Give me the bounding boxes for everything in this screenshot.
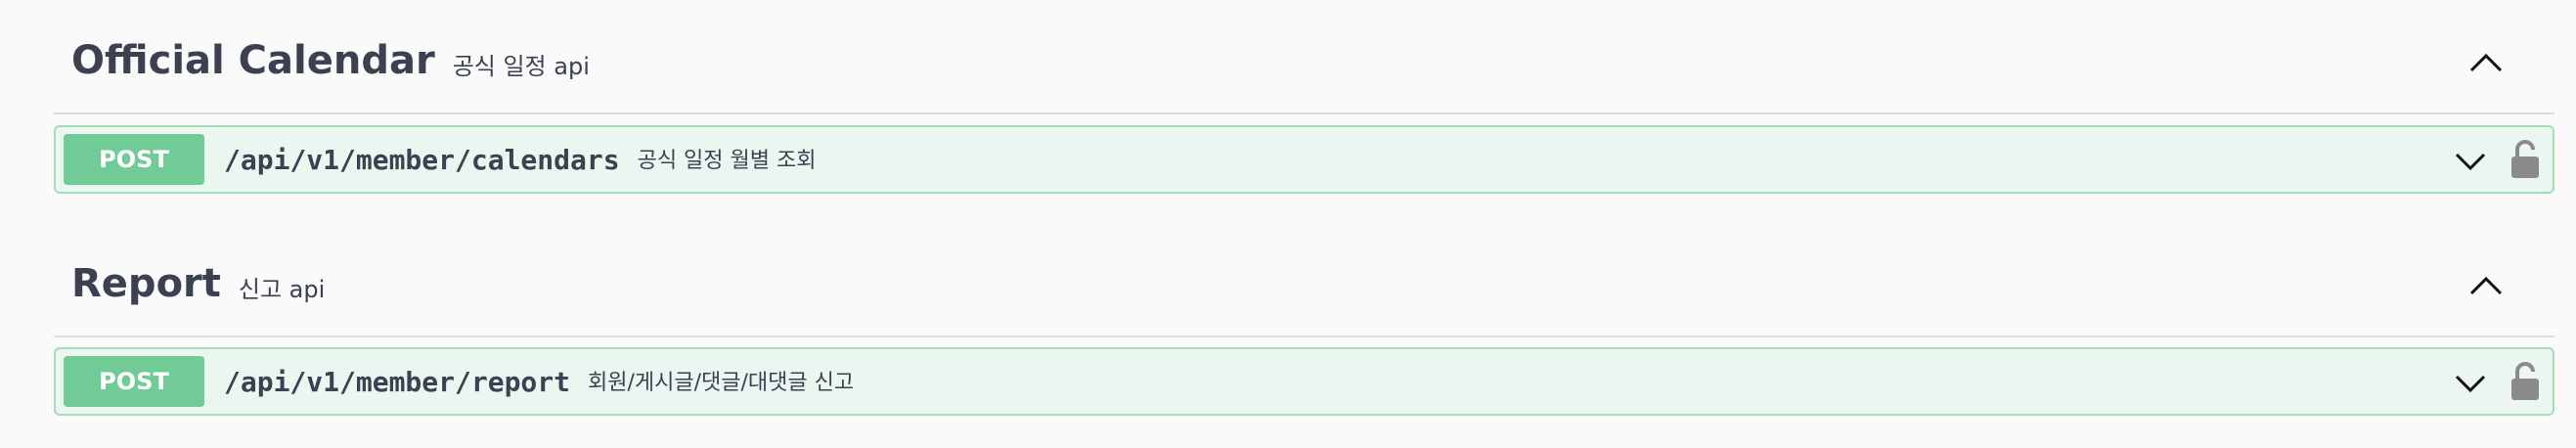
chevron-up-icon[interactable] xyxy=(2466,44,2506,79)
operation-path: /api/v1/member/report xyxy=(224,365,571,398)
lock-icon[interactable] xyxy=(2509,139,2541,180)
chevron-down-icon[interactable] xyxy=(2453,145,2488,176)
operation-summary: 공식 일정 월별 조회 xyxy=(637,149,817,173)
tag-name: Report xyxy=(71,261,221,306)
tag-header[interactable]: Report 신고 api xyxy=(54,232,2554,337)
chevron-down-icon[interactable] xyxy=(2453,367,2488,398)
operation-path: /api/v1/member/calendars xyxy=(224,143,620,176)
tag-header[interactable]: Official Calendar 공식 일정 api xyxy=(54,9,2554,114)
operation-block[interactable]: POST /api/v1/member/calendars 공식 일정 월별 조… xyxy=(54,125,2554,194)
tag-name: Official Calendar xyxy=(71,38,435,83)
method-badge: POST xyxy=(64,134,204,185)
lock-icon[interactable] xyxy=(2509,361,2541,402)
tag-description: 공식 일정 api xyxy=(452,52,590,80)
method-badge: POST xyxy=(64,356,204,407)
tag-description: 신고 api xyxy=(238,275,326,303)
chevron-up-icon[interactable] xyxy=(2466,267,2506,302)
operation-summary: 회원/게시글/댓글/대댓글 신고 xyxy=(588,371,855,395)
operation-block[interactable]: POST /api/v1/member/report 회원/게시글/댓글/대댓글… xyxy=(54,347,2554,416)
